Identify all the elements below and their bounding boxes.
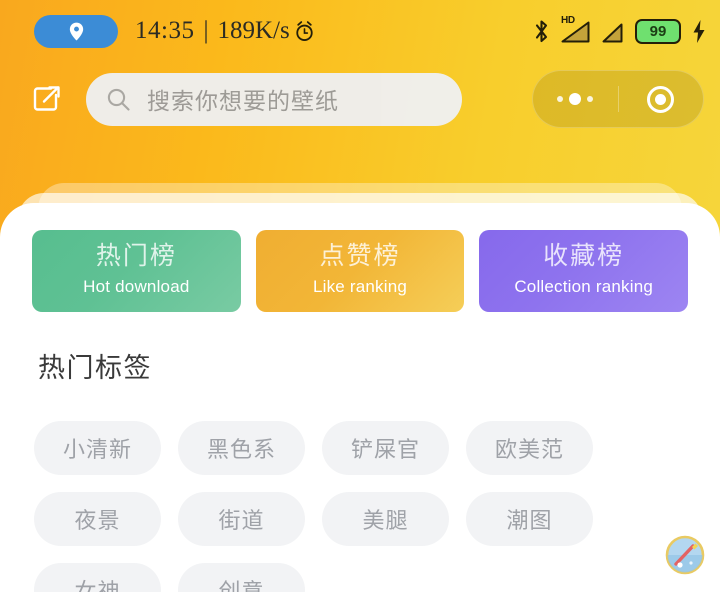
share-button[interactable] [28,80,66,118]
target-core [655,93,667,105]
ranking-card-title-en: Like ranking [312,277,408,296]
miniprogram-capsule [532,70,704,128]
battery-indicator: 99 [635,18,681,44]
battery-level-text: 99 [649,22,667,40]
status-bar-right: HD 99 [533,15,706,44]
ranking-card-title-cn: 点赞榜 [319,242,401,270]
dot [557,96,564,102]
tag-chip[interactable]: 街道 [178,492,305,546]
search-bar[interactable]: 搜索你想要的壁纸 [86,72,462,126]
location-indicator-pill [34,14,118,48]
status-separator: | [203,17,209,44]
ranking-card-collection-ranking[interactable]: 收藏榜 Collection ranking [479,230,689,312]
network-speed-text: 189K/s [217,17,290,44]
tag-chip[interactable]: 美腿 [322,492,449,546]
tag-chip[interactable]: 潮图 [466,492,593,546]
share-export-icon [33,86,60,111]
lightning-bolt-icon [693,19,705,43]
ranking-card-title-en: Hot download [83,277,190,296]
tag-chip[interactable]: 小清新 [34,421,161,475]
hot-tags-section-title: 热门标签 [38,353,152,383]
dot [587,96,594,102]
ranking-cards-row: 热门榜 Hot download 点赞榜 Like ranking 收藏榜 Co… [0,230,720,312]
app-logo-watermark-icon [662,532,708,578]
ranking-card-hot-download[interactable]: 热门榜 Hot download [32,230,241,312]
hot-tags-list: 小清新 黑色系 铲屎官 欧美范 夜景 街道 美腿 潮图 女神 创意 [0,421,720,592]
hd-signal-indicator: HD [561,15,591,43]
tag-chip[interactable]: 铲屎官 [322,421,449,475]
status-bar-left: 14:35 | 189K/s [34,14,315,48]
ranking-card-title-en: Collection ranking [514,277,654,296]
app-root: 14:35 | 189K/s HD 99 搜索你想要的壁纸 热门榜 Hot do… [0,0,720,592]
location-pin-icon [69,22,83,40]
search-input[interactable]: 搜索你想要的壁纸 [147,82,339,116]
capsule-close-button[interactable] [619,71,704,127]
capsule-menu-button[interactable] [533,71,618,127]
tag-chip[interactable]: 女神 [34,563,161,592]
content-panel: 热门榜 Hot download 点赞榜 Like ranking 收藏榜 Co… [0,203,720,592]
hd-label: HD [561,15,575,26]
tag-chip[interactable]: 夜景 [34,492,161,546]
tag-chip[interactable]: 黑色系 [178,421,305,475]
alarm-clock-icon [296,21,313,41]
three-dots-menu-icon [557,93,594,105]
status-bar: 14:35 | 189K/s HD 99 [0,0,720,62]
dot [569,93,582,105]
search-icon [107,88,130,111]
ranking-card-title-cn: 热门榜 [95,242,177,270]
status-time: 14:35 [135,17,195,44]
tag-chip[interactable]: 欧美范 [466,421,593,475]
ranking-card-title-cn: 收藏榜 [543,242,625,270]
app-header: 搜索你想要的壁纸 [0,63,720,135]
ranking-card-like-ranking[interactable]: 点赞榜 Like ranking [255,230,465,312]
bluetooth-icon [535,19,548,42]
signal-bars-icon [602,23,623,43]
tag-chip[interactable]: 创意 [178,563,305,592]
target-circle-icon [647,85,675,113]
